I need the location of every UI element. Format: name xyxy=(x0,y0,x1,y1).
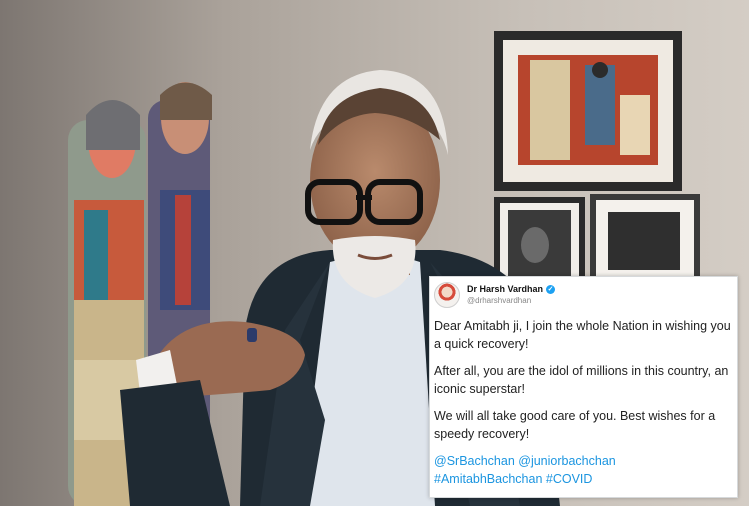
tweet-mentions[interactable]: @SrBachchan @juniorbachchan xyxy=(434,452,734,470)
author-name[interactable]: Dr Harsh Vardhan ✓ xyxy=(467,284,556,295)
tweet-hashtags[interactable]: #AmitabhBachchan #COVID xyxy=(434,470,734,488)
avatar[interactable] xyxy=(434,282,460,308)
author-handle[interactable]: @drharshvardhan xyxy=(467,296,531,305)
framed-painting xyxy=(494,31,682,191)
author-name-text: Dr Harsh Vardhan xyxy=(467,284,544,294)
tweet-card: Dr Harsh Vardhan ✓ @drharshvardhan Dear A… xyxy=(429,276,738,498)
tweet-text: Dear Amitabh ji, I join the whole Nation… xyxy=(434,317,734,488)
tweet-paragraph-2: After all, you are the idol of millions … xyxy=(434,364,729,396)
tweet-paragraph-3: We will all take good care of you. Best … xyxy=(434,409,716,441)
tweet-header: Dr Harsh Vardhan ✓ @drharshvardhan xyxy=(434,282,734,308)
framed-photo-left xyxy=(494,197,585,277)
verified-badge-icon: ✓ xyxy=(546,285,556,295)
tweet-paragraph-1: Dear Amitabh ji, I join the whole Nation… xyxy=(434,319,731,351)
framed-photo-right xyxy=(590,194,700,277)
